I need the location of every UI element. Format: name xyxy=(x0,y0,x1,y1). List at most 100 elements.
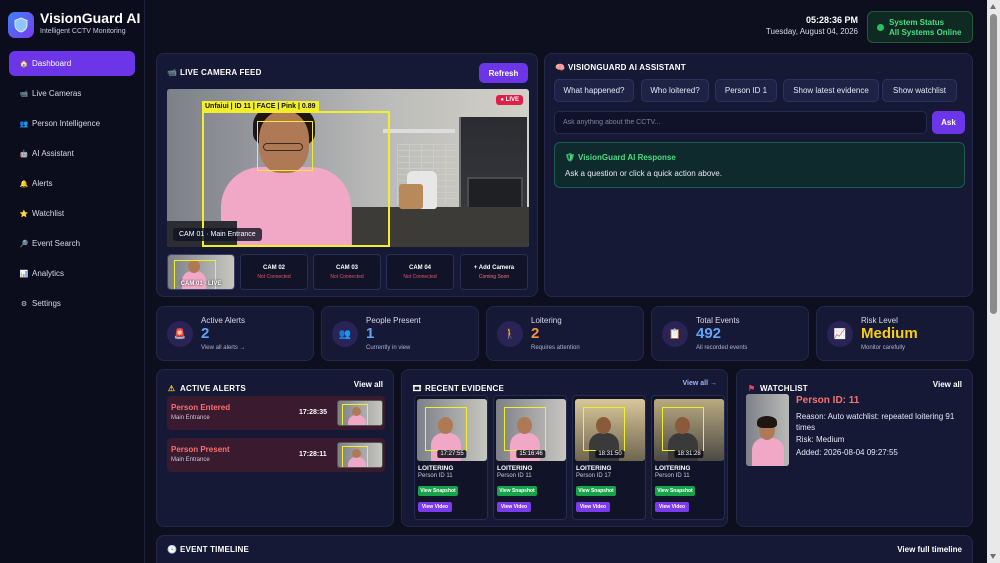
live-feed-title-text: LIVE CAMERA FEED xyxy=(180,68,262,77)
stat-card-people-present[interactable]: 👥 People Present 1 Currently in view xyxy=(321,306,479,361)
quick-action-chip-3[interactable]: Person ID 1 xyxy=(715,79,777,102)
sidebar-item-live-cameras[interactable]: 📹 Live Cameras xyxy=(9,81,135,106)
camera-thumb-label: CAM 04 xyxy=(408,265,431,271)
watchlist-risk: Risk: Medium xyxy=(796,435,845,444)
brand-title: VisionGuard AI xyxy=(40,10,141,26)
camera-thumb-status: Coming Soon xyxy=(478,274,510,280)
camera-label: CAM 01 · Main Entrance xyxy=(173,228,262,241)
watchlist-added: Added: 2026-08-04 09:27:55 xyxy=(796,448,898,457)
camera-thumb-label: CAM 01 · LIVE xyxy=(180,281,222,287)
camera-thumb-3[interactable]: CAM 03 Not Connected xyxy=(313,254,381,290)
active-alerts-panel: ⚠ ACTIVE ALERTS View all Person Entered M… xyxy=(156,369,394,527)
watchlist-person-image[interactable] xyxy=(746,394,789,466)
response-title: 🛡 VisionGuard AI Response xyxy=(565,153,676,162)
quick-action-chip-4[interactable]: Show latest evidence xyxy=(783,79,879,102)
evidence-view-all-link[interactable]: View all → xyxy=(683,380,718,387)
evidence-card[interactable]: 15:16:46 LOITERING Person ID 11 View Snapsh… xyxy=(493,395,567,520)
star-icon: ⭐ xyxy=(19,210,29,218)
robot-icon: 🤖 xyxy=(19,150,29,158)
quick-action-chip-2[interactable]: Who loitered? xyxy=(641,79,709,102)
alert-thumbnail[interactable] xyxy=(337,400,383,426)
refresh-button[interactable]: Refresh xyxy=(479,63,528,83)
view-video-button[interactable]: View Video xyxy=(497,502,531,512)
stat-label: Risk Level xyxy=(861,316,898,325)
view-video-button[interactable]: View Video xyxy=(655,502,689,512)
view-video-button[interactable]: View Video xyxy=(418,502,452,512)
camera-thumb-4[interactable]: CAM 04 Not Connected xyxy=(386,254,454,290)
sidebar-item-analytics[interactable]: 📊 Analytics xyxy=(9,261,135,286)
evidence-time: 15:16:46 xyxy=(516,450,546,458)
evidence-card[interactable]: 18:31:50 LOITERING Person ID 17 View Snapsh… xyxy=(572,395,646,520)
timeline-view-full-link[interactable]: View full timeline xyxy=(897,545,962,554)
evidence-image[interactable]: 17:27:55 xyxy=(417,399,487,461)
search-icon: 🔎 xyxy=(19,240,29,248)
camera-thumb-label: CAM 02 xyxy=(262,265,285,271)
sidebar-item-label: Settings xyxy=(32,299,61,308)
stat-card-active-alerts[interactable]: 🚨 Active Alerts 2 View all alerts → xyxy=(156,306,314,361)
header: 05:28:36 PM Tuesday, August 04, 2026 Sys… xyxy=(145,0,985,48)
sidebar-item-label: Analytics xyxy=(32,269,65,278)
stat-card-risk-level[interactable]: 📈 Risk Level Medium Monitor carefully xyxy=(816,306,974,361)
quick-action-chip-1[interactable]: What happened? xyxy=(554,79,634,102)
camera-thumb-label: CAM 03 xyxy=(335,265,358,271)
alert-row[interactable]: Person Entered Main Entrance 17:28:35 xyxy=(167,396,385,430)
camera-thumb-1[interactable]: CAM 01 · LIVE xyxy=(167,254,235,290)
camera-thumb-5[interactable]: + Add Camera Coming Soon xyxy=(460,254,528,290)
evidence-person: Person ID 17 xyxy=(576,473,612,479)
camera-icon: 📹 xyxy=(19,90,29,98)
sidebar-item-label: Watchlist xyxy=(32,209,65,218)
alert-row[interactable]: Person Present Main Entrance 17:28:11 xyxy=(167,438,385,472)
evidence-image[interactable]: 18:31:50 xyxy=(575,399,645,461)
evidence-image[interactable]: 15:16:46 xyxy=(496,399,566,461)
scene-shelf xyxy=(383,129,455,133)
stat-value: 2 xyxy=(201,325,210,342)
stat-card-loitering[interactable]: 🚶 Loitering 2 Requires attention xyxy=(486,306,644,361)
sidebar-item-person-intelligence[interactable]: 👥 Person Intelligence xyxy=(9,111,135,136)
view-video-button[interactable]: View Video xyxy=(576,502,610,512)
ask-input[interactable] xyxy=(554,111,927,134)
view-snapshot-button[interactable]: View Snapshot xyxy=(576,486,616,496)
evidence-card[interactable]: 17:27:55 LOITERING Person ID 11 View Snapsh… xyxy=(414,395,488,520)
shield-logo-icon xyxy=(8,12,34,38)
evidence-person: Person ID 11 xyxy=(497,473,532,479)
stat-subtext[interactable]: View all alerts → xyxy=(201,345,246,351)
sidebar-item-alerts[interactable]: 🔔 Alerts xyxy=(9,171,135,196)
brain-icon: 🧠 xyxy=(555,63,566,72)
event-timeline-panel: 🕓 EVENT TIMELINE View full timeline xyxy=(156,535,973,563)
sidebar-item-label: Person Intelligence xyxy=(32,119,101,128)
sidebar-item-ai-assistant[interactable]: 🤖 AI Assistant xyxy=(9,141,135,166)
quick-action-chip-5[interactable]: Show watchlist xyxy=(882,79,957,102)
warning-icon: ⚠ xyxy=(167,384,176,393)
stat-card-total-events[interactable]: 📋 Total Events 492 All recorded events xyxy=(651,306,809,361)
watchlist-title-text: WATCHLIST xyxy=(760,384,808,393)
assistant-title-text: VISIONGUARD AI ASSISTANT xyxy=(568,63,686,72)
sidebar-item-settings[interactable]: ⚙ Settings xyxy=(9,291,135,316)
watchlist-view-all-link[interactable]: View all xyxy=(933,380,962,389)
watchlist-panel: ⚑ WATCHLIST View all Person ID: 11 Reaso… xyxy=(736,369,973,527)
live-video-feed[interactable]: Unfaiui | ID 11 | FACE | Pink | 0.89 ● L… xyxy=(167,89,529,247)
timeline-title: 🕓 EVENT TIMELINE xyxy=(167,545,249,554)
sidebar-item-dashboard[interactable]: 🏠 Dashboard xyxy=(9,51,135,76)
sidebar-item-event-search[interactable]: 🔎 Event Search xyxy=(9,231,135,256)
gear-icon: ⚙ xyxy=(20,300,28,308)
scrollbar-thumb[interactable] xyxy=(990,14,997,314)
camera-thumb-2[interactable]: CAM 02 Not Connected xyxy=(240,254,308,290)
alert-thumbnail[interactable] xyxy=(337,442,383,468)
view-snapshot-button[interactable]: View Snapshot xyxy=(497,486,537,496)
ask-button[interactable]: Ask xyxy=(932,111,965,134)
sidebar-item-watchlist[interactable]: ⭐ Watchlist xyxy=(9,201,135,226)
view-snapshot-button[interactable]: View Snapshot xyxy=(418,486,458,496)
view-snapshot-button[interactable]: View Snapshot xyxy=(655,486,695,496)
evidence-card[interactable]: 18:31:28 LOITERING Person ID 11 View Snapsh… xyxy=(651,395,725,520)
stat-label: Loitering xyxy=(531,316,562,325)
scroll-up-icon[interactable] xyxy=(990,4,996,9)
evidence-type: LOITERING xyxy=(655,465,691,472)
alert-location: Main Entrance xyxy=(171,415,210,421)
scroll-down-icon[interactable] xyxy=(990,554,996,559)
bell-icon: 🔔 xyxy=(19,180,29,188)
status-dot-icon xyxy=(877,24,884,31)
page-scrollbar[interactable] xyxy=(987,0,1000,563)
response-title-text: VisionGuard AI Response xyxy=(578,153,676,162)
evidence-image[interactable]: 18:31:28 xyxy=(654,399,724,461)
alerts-view-all-link[interactable]: View all xyxy=(354,380,383,389)
